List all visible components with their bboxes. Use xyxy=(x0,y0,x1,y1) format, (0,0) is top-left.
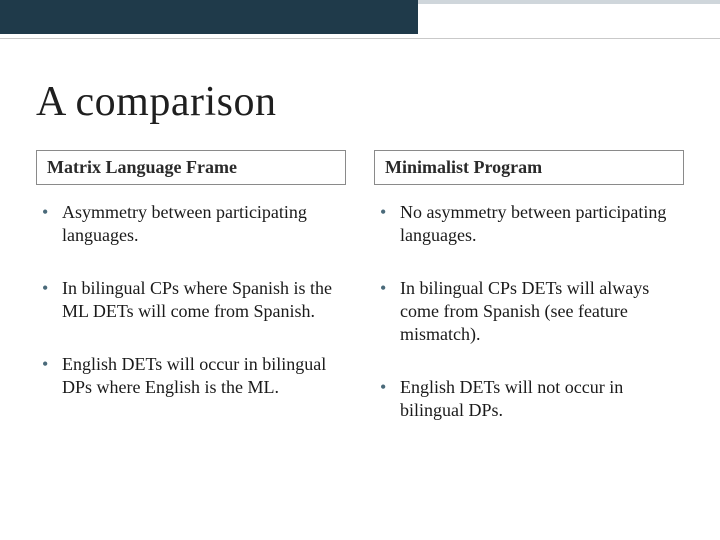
column-right-list: No asymmetry between participating langu… xyxy=(374,201,684,422)
slide-content: A comparison Matrix Language Frame Asymm… xyxy=(0,44,720,452)
top-band-right xyxy=(418,0,720,34)
list-item: In bilingual CPs where Spanish is the ML… xyxy=(36,277,346,323)
column-header-left: Matrix Language Frame xyxy=(36,150,346,185)
column-right: Minimalist Program No asymmetry between … xyxy=(374,150,684,452)
list-item: English DETs will not occur in bilingual… xyxy=(374,376,684,422)
list-item: No asymmetry between participating langu… xyxy=(374,201,684,247)
column-left-list: Asymmetry between participating language… xyxy=(36,201,346,399)
column-left: Matrix Language Frame Asymmetry between … xyxy=(36,150,346,452)
top-decorative-band xyxy=(0,0,720,34)
column-header-right: Minimalist Program xyxy=(374,150,684,185)
list-item: English DETs will occur in bilingual DPs… xyxy=(36,353,346,399)
top-band-left xyxy=(0,0,418,34)
list-item: In bilingual CPs DETs will always come f… xyxy=(374,277,684,346)
list-item: Asymmetry between participating language… xyxy=(36,201,346,247)
comparison-columns: Matrix Language Frame Asymmetry between … xyxy=(36,150,684,452)
slide-title: A comparison xyxy=(36,78,684,126)
top-underline xyxy=(0,34,720,44)
